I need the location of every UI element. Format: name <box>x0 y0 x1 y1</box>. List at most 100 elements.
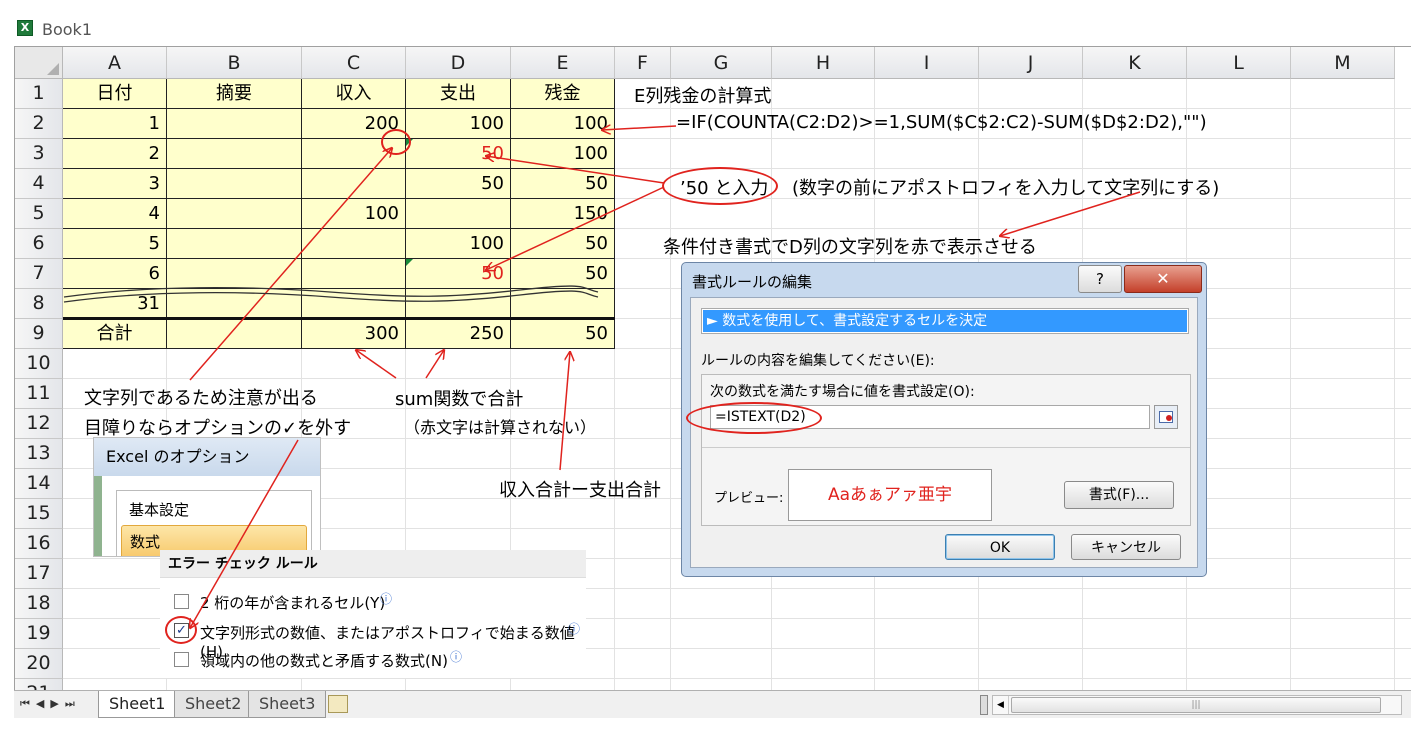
rule1-checkbox[interactable] <box>174 594 189 609</box>
column-header-e[interactable]: E <box>511 47 615 79</box>
column-header-b[interactable]: B <box>167 47 302 79</box>
total-label[interactable]: 合計 <box>63 319 167 349</box>
date-cell[interactable]: 2 <box>63 139 167 169</box>
date-cell[interactable]: 1 <box>63 109 167 139</box>
date-cell[interactable]: 4 <box>63 199 167 229</box>
expense-cell[interactable] <box>406 289 511 319</box>
rule3-checkbox[interactable] <box>174 652 189 667</box>
income-cell[interactable] <box>302 229 406 259</box>
table-header-cell[interactable]: 残金 <box>511 79 615 109</box>
info-icon[interactable]: ⓘ <box>450 648 462 665</box>
format-button[interactable]: 書式(F)... <box>1064 481 1174 509</box>
row-header-2[interactable]: 2 <box>15 109 63 139</box>
row-header-4[interactable]: 4 <box>15 169 63 199</box>
income-cell[interactable] <box>302 139 406 169</box>
balance-cell[interactable]: 50 <box>511 229 615 259</box>
balance-cell[interactable] <box>511 289 615 319</box>
tab-sheet2[interactable]: Sheet2 <box>174 691 253 718</box>
memo-cell[interactable] <box>167 289 302 319</box>
column-header-c[interactable]: C <box>302 47 406 79</box>
row-header-1[interactable]: 1 <box>15 79 63 109</box>
column-header-a[interactable]: A <box>63 47 167 79</box>
expense-cell[interactable]: 50 <box>406 169 511 199</box>
memo-cell[interactable] <box>167 199 302 229</box>
row-header-19[interactable]: 19 <box>15 619 63 649</box>
row-header-10[interactable]: 10 <box>15 349 63 379</box>
row-header-3[interactable]: 3 <box>15 139 63 169</box>
rule-type-list[interactable]: ► 数式を使用して、書式設定するセルを決定 <box>701 308 1189 334</box>
column-header-l[interactable]: L <box>1187 47 1291 79</box>
table-header-cell[interactable]: 収入 <box>302 79 406 109</box>
balance-cell[interactable]: 50 <box>511 259 615 289</box>
expense-cell[interactable]: 100 <box>406 229 511 259</box>
info-icon[interactable]: ⓘ <box>380 590 392 607</box>
income-cell[interactable]: 100 <box>302 199 406 229</box>
close-button[interactable]: ✕ <box>1124 265 1202 293</box>
expense-cell[interactable]: 50 <box>406 139 511 169</box>
row-header-14[interactable]: 14 <box>15 469 63 499</box>
memo-cell[interactable] <box>167 139 302 169</box>
balance-cell[interactable]: 50 <box>511 169 615 199</box>
expense-cell[interactable] <box>406 199 511 229</box>
memo-cell[interactable] <box>167 169 302 199</box>
balance-cell[interactable]: 100 <box>511 109 615 139</box>
income-cell[interactable] <box>302 259 406 289</box>
horizontal-scrollbar[interactable]: ◀ ||| <box>992 695 1402 715</box>
row-header-7[interactable]: 7 <box>15 259 63 289</box>
row-header-16[interactable]: 16 <box>15 529 63 559</box>
table-header-cell[interactable]: 日付 <box>63 79 167 109</box>
tab-sheet1[interactable]: Sheet1 <box>98 691 177 718</box>
income-cell[interactable] <box>302 169 406 199</box>
memo-cell[interactable] <box>167 229 302 259</box>
date-cell[interactable]: 31 <box>63 289 167 319</box>
row-header-12[interactable]: 12 <box>15 409 63 439</box>
column-header-d[interactable]: D <box>406 47 511 79</box>
nav-basic-settings[interactable]: 基本設定 <box>129 499 189 520</box>
memo-cell[interactable] <box>167 259 302 289</box>
expense-cell[interactable]: 50 <box>406 259 511 289</box>
balance-cell[interactable]: 100 <box>511 139 615 169</box>
table-header-cell[interactable]: 支出 <box>406 79 511 109</box>
tab-nav-buttons[interactable]: ⏮◀▶⏭ <box>20 697 81 711</box>
row-header-6[interactable]: 6 <box>15 229 63 259</box>
income-cell[interactable] <box>302 289 406 319</box>
rule-type-selected[interactable]: ► 数式を使用して、書式設定するセルを決定 <box>703 310 1187 332</box>
select-all-corner[interactable] <box>15 47 63 79</box>
expense-cell[interactable]: 100 <box>406 109 511 139</box>
total-balance[interactable]: 50 <box>511 319 615 349</box>
row-header-20[interactable]: 20 <box>15 649 63 679</box>
row-header-5[interactable]: 5 <box>15 199 63 229</box>
memo-cell[interactable] <box>167 109 302 139</box>
info-icon[interactable]: ⓘ <box>568 620 580 637</box>
column-header-m[interactable]: M <box>1291 47 1395 79</box>
help-button[interactable]: ? <box>1078 265 1122 293</box>
date-cell[interactable]: 6 <box>63 259 167 289</box>
range-select-icon[interactable] <box>1154 405 1178 429</box>
column-header-i[interactable]: I <box>875 47 979 79</box>
column-header-f[interactable]: F <box>615 47 671 79</box>
table-header-cell[interactable]: 摘要 <box>167 79 302 109</box>
cancel-button[interactable]: キャンセル <box>1071 534 1181 560</box>
tab-split-handle[interactable] <box>980 695 988 715</box>
row-header-13[interactable]: 13 <box>15 439 63 469</box>
total-income[interactable]: 300 <box>302 319 406 349</box>
column-header-k[interactable]: K <box>1083 47 1187 79</box>
row-header-15[interactable]: 15 <box>15 499 63 529</box>
row-header-11[interactable]: 11 <box>15 379 63 409</box>
row-header-8[interactable]: 8 <box>15 289 63 319</box>
total-memo[interactable] <box>167 319 302 349</box>
row-header-17[interactable]: 17 <box>15 559 63 589</box>
ok-button[interactable]: OK <box>945 534 1055 560</box>
tab-sheet3[interactable]: Sheet3 <box>248 691 327 718</box>
date-cell[interactable]: 3 <box>63 169 167 199</box>
column-header-j[interactable]: J <box>979 47 1083 79</box>
total-expense[interactable]: 250 <box>406 319 511 349</box>
row-header-18[interactable]: 18 <box>15 589 63 619</box>
balance-cell[interactable]: 150 <box>511 199 615 229</box>
column-header-g[interactable]: G <box>671 47 772 79</box>
income-cell[interactable]: 200 <box>302 109 406 139</box>
row-header-9[interactable]: 9 <box>15 319 63 349</box>
date-cell[interactable]: 5 <box>63 229 167 259</box>
column-header-h[interactable]: H <box>772 47 875 79</box>
insert-sheet-icon[interactable] <box>328 695 348 713</box>
